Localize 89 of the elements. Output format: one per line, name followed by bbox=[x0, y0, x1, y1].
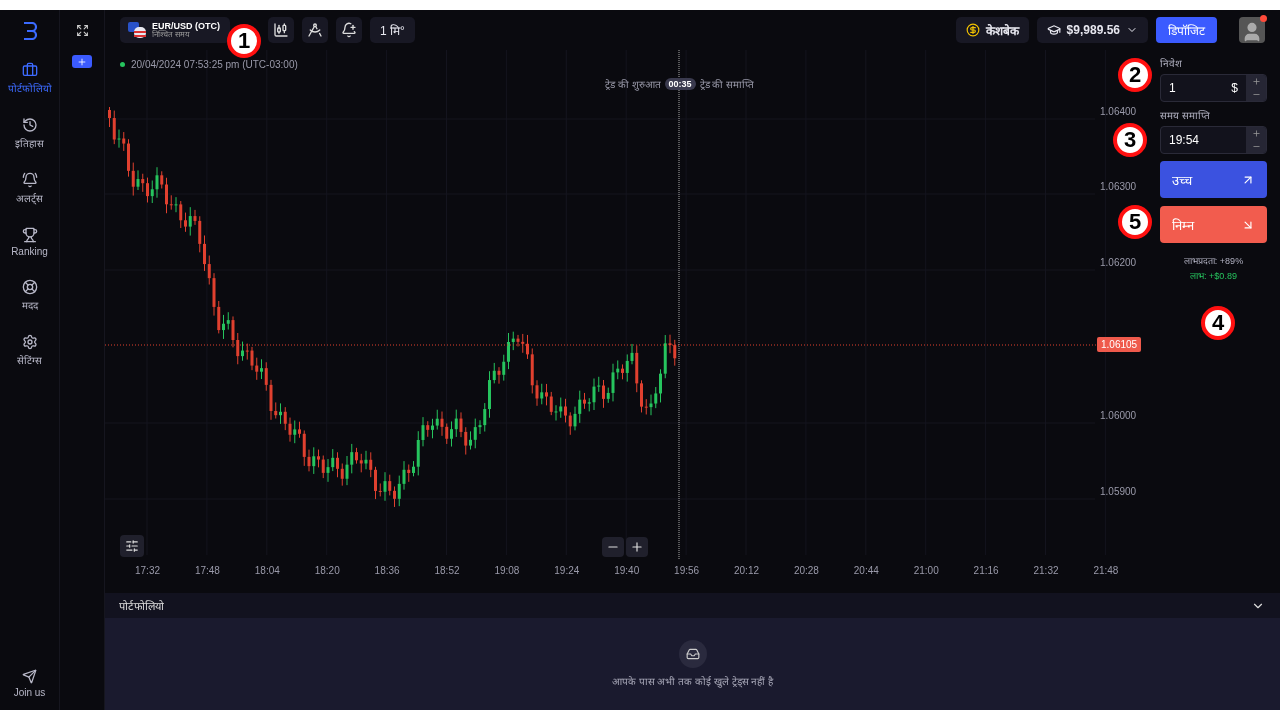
annotation-marker: 2 bbox=[1118, 58, 1152, 92]
sidebar-item[interactable]: इतिहास bbox=[0, 117, 60, 150]
live-status-dot bbox=[120, 62, 125, 67]
time-tick: 18:20 bbox=[314, 565, 340, 576]
briefcase-icon bbox=[21, 62, 38, 78]
chart-type-button[interactable] bbox=[268, 17, 294, 43]
portfolio-title: पोर्टफोलियो bbox=[119, 599, 164, 613]
sidebar-item[interactable]: पोर्टफोलियो bbox=[0, 62, 60, 95]
sliders-icon bbox=[125, 539, 139, 553]
flag-icon bbox=[128, 22, 146, 38]
time-tick: 20:12 bbox=[734, 565, 760, 576]
inbox-icon bbox=[678, 640, 707, 668]
bell-icon bbox=[21, 172, 38, 188]
chart-settings-button[interactable] bbox=[120, 535, 144, 557]
asset-type: निश्चित समय bbox=[152, 30, 191, 39]
sidebar-item[interactable]: Ranking bbox=[0, 227, 60, 257]
sidebar-item[interactable]: सेटिंग्स bbox=[0, 334, 60, 367]
fullscreen-icon[interactable] bbox=[75, 24, 89, 37]
annotation-marker: 4 bbox=[1201, 306, 1235, 340]
zoom-out-button[interactable] bbox=[602, 537, 624, 557]
time-tick: 21:48 bbox=[1093, 565, 1119, 576]
compass-icon bbox=[307, 22, 323, 38]
time-tick: 18:36 bbox=[374, 565, 400, 576]
time-tick: 17:48 bbox=[194, 565, 220, 576]
plus-icon bbox=[630, 540, 644, 554]
current-price-label: 1.06105 bbox=[1097, 337, 1142, 352]
price-tick: 1.06300 bbox=[1100, 181, 1137, 192]
time-tick: 20:44 bbox=[853, 565, 879, 576]
avatar[interactable] bbox=[1239, 17, 1265, 43]
settings-icon bbox=[21, 334, 38, 350]
investment-label: निवेश bbox=[1160, 57, 1183, 70]
time-tick: 20:28 bbox=[793, 565, 819, 576]
time-tick: 17:32 bbox=[135, 565, 161, 576]
time-tick: 19:40 bbox=[614, 565, 640, 576]
trade-timer: 00:35 bbox=[664, 78, 696, 90]
trophy-icon bbox=[21, 227, 38, 243]
price-tick: 1.06000 bbox=[1100, 410, 1137, 421]
coin-icon bbox=[965, 23, 980, 37]
time-tick: 19:08 bbox=[494, 565, 520, 576]
zoom-in-button[interactable] bbox=[626, 537, 648, 557]
trade-end-label: ट्रेड की समाप्ति bbox=[699, 78, 755, 91]
asset-selector[interactable]: EUR/USD (OTC) निश्चित समय bbox=[120, 17, 230, 43]
annotation-marker: 5 bbox=[1118, 205, 1152, 239]
balance-button[interactable]: $9,989.56 bbox=[1036, 17, 1148, 43]
candlestick-icon bbox=[273, 22, 289, 38]
annotation-marker: 3 bbox=[1113, 123, 1147, 157]
expiry-field[interactable]: 19:54 bbox=[1160, 126, 1267, 154]
drawing-tools-button[interactable] bbox=[302, 17, 328, 43]
annotation-marker: 1 bbox=[227, 24, 261, 58]
timeframe-button[interactable]: 1 मि° bbox=[370, 17, 415, 43]
plus-icon bbox=[1251, 129, 1261, 138]
time-tick: 18:04 bbox=[254, 565, 280, 576]
time-tick: 21:00 bbox=[913, 565, 939, 576]
time-tick: 18:52 bbox=[434, 565, 460, 576]
price-tick: 1.05900 bbox=[1100, 486, 1137, 497]
server-time: 20/04/2024 07:53:25 pm (UTC-03:00) bbox=[131, 59, 298, 70]
currency-sign: $ bbox=[1231, 81, 1238, 95]
empty-message: आपके पास अभी तक कोई खुले ट्रेड्स नहीं है bbox=[611, 675, 774, 688]
join-us-link[interactable]: Join us bbox=[0, 669, 60, 698]
payout-text: लाभप्रदता: +89% bbox=[1182, 255, 1245, 267]
sidebar-item[interactable]: मदद bbox=[0, 279, 60, 312]
add-chart-button[interactable] bbox=[72, 55, 92, 68]
logo-icon bbox=[22, 22, 37, 40]
sidebar-item[interactable]: अलर्ट्स bbox=[0, 172, 60, 205]
trade-start-label: ट्रेड की शुरुआत bbox=[605, 78, 661, 91]
price-tick: 1.06400 bbox=[1100, 106, 1137, 117]
bell-plus-icon bbox=[341, 22, 357, 38]
expiry-label: समय समाप्ति bbox=[1160, 109, 1211, 122]
asset-name: EUR/USD (OTC) bbox=[152, 21, 220, 31]
lifebuoy-icon bbox=[21, 279, 38, 295]
send-icon bbox=[22, 669, 37, 684]
portfolio-header[interactable]: पोर्टफोलियो bbox=[105, 593, 1280, 618]
plus-icon bbox=[1251, 77, 1261, 86]
plus-icon bbox=[77, 56, 87, 67]
higher-button[interactable]: उच्च bbox=[1160, 161, 1267, 198]
profit-text: लाभ: +$0.89 bbox=[1189, 270, 1238, 282]
expiry-value: 19:54 bbox=[1169, 133, 1200, 147]
investment-value: 1 bbox=[1169, 81, 1176, 95]
time-tick: 21:32 bbox=[1033, 565, 1059, 576]
deposit-button[interactable]: डिपॉजिट bbox=[1156, 17, 1217, 43]
cashback-button[interactable]: केशबेक bbox=[955, 17, 1029, 43]
investment-field[interactable]: 1 $ bbox=[1160, 74, 1267, 102]
time-tick: 19:24 bbox=[554, 565, 580, 576]
price-tick: 1.06200 bbox=[1100, 257, 1137, 268]
graduation-cap-icon bbox=[1046, 23, 1061, 37]
history-icon bbox=[21, 117, 38, 133]
time-tick: 19:56 bbox=[674, 565, 700, 576]
add-alert-button[interactable] bbox=[336, 17, 362, 43]
time-tick: 21:16 bbox=[973, 565, 999, 576]
